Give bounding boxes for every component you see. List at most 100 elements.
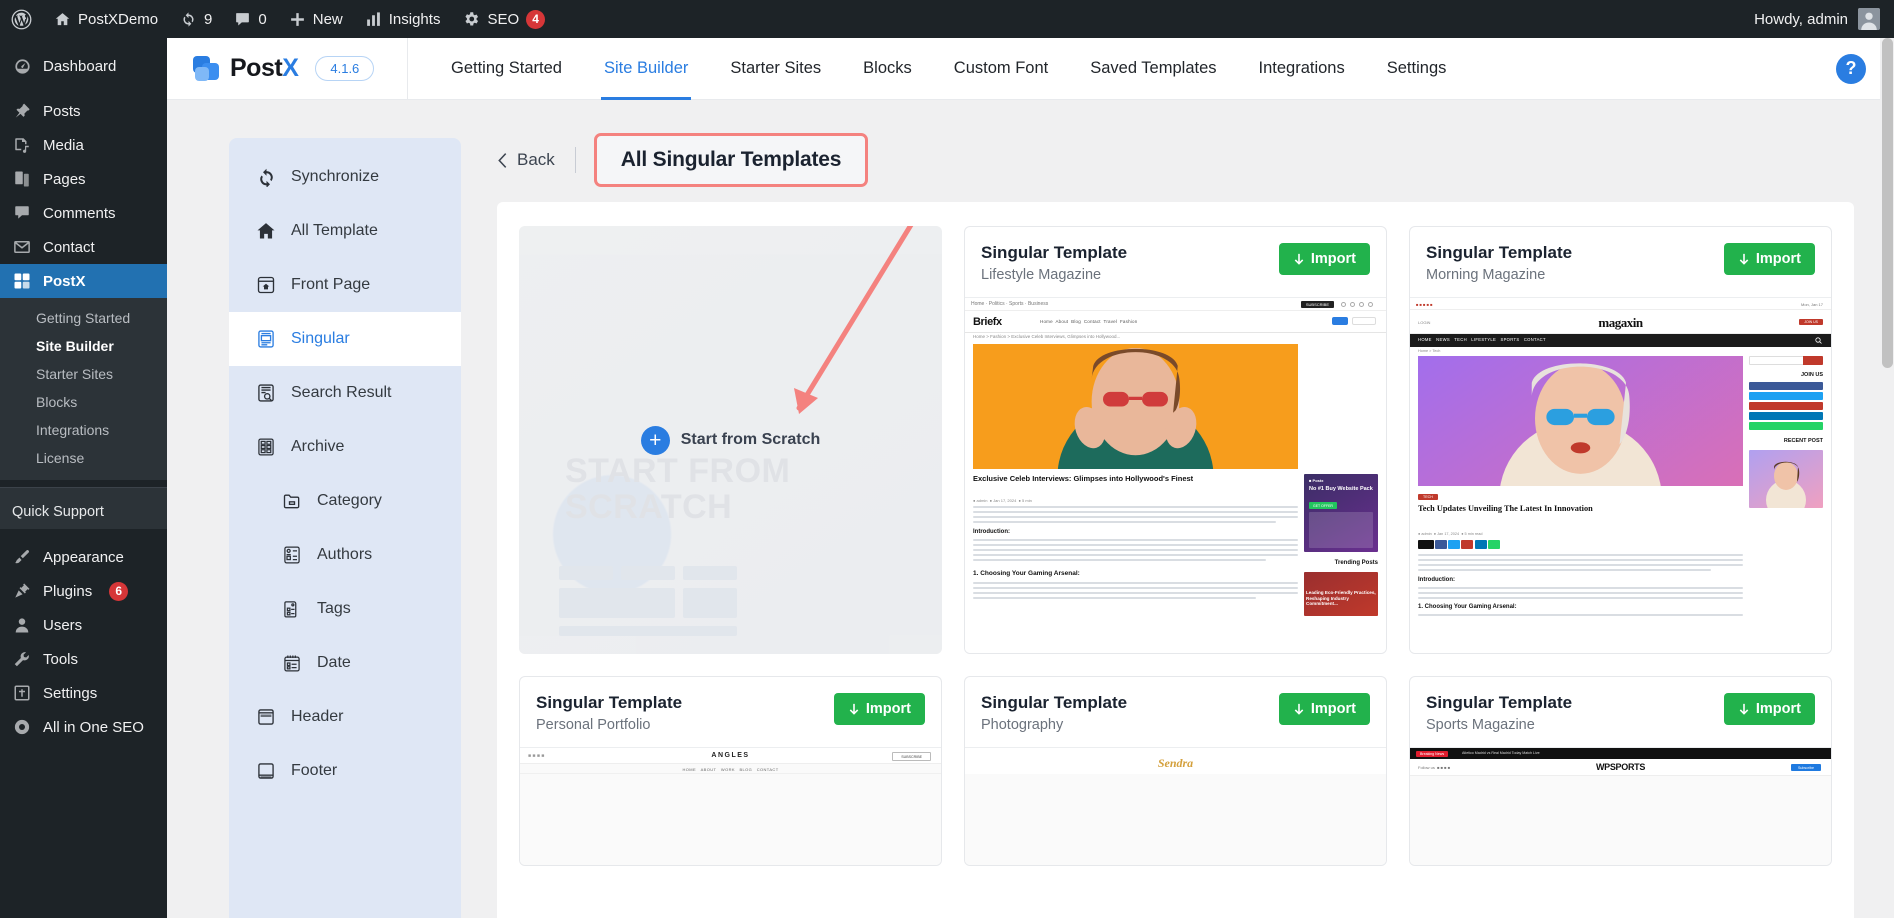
mini-brand: ANGLES [711, 752, 750, 759]
tab-starter-sites[interactable]: Starter Sites [709, 38, 842, 100]
template-nav-label: Category [317, 492, 382, 509]
card-header: Singular Template Morning Magazine Impor… [1410, 227, 1831, 297]
mini-tag: Breaking News [1416, 750, 1449, 757]
import-button[interactable]: Import [1278, 243, 1370, 275]
submenu-item-site-builder[interactable]: Site Builder [0, 332, 167, 360]
import-button[interactable]: Import [1723, 693, 1815, 725]
card-preview-photography: Sendra [965, 747, 1386, 865]
sidebar-item-dashboard[interactable]: Dashboard [0, 49, 167, 83]
comment-bubble-icon [234, 11, 251, 28]
mini-site-photography: Sendra [965, 748, 1386, 865]
ghost-line-2: SCRATCH [565, 487, 733, 526]
logo-text-main: Post [230, 54, 283, 82]
sidebar-item-quick-support[interactable]: Quick Support [0, 495, 167, 529]
sidebar-item-plugins[interactable]: Plugins 6 [0, 574, 167, 608]
sidebar-item-media[interactable]: Media [0, 128, 167, 162]
import-button[interactable]: Import [833, 693, 925, 725]
card-preview-sports: Breaking News Atletico Madrid vs Real Ma… [1410, 747, 1831, 865]
card-preview-morning: ■ ■ ■ ■ ■ Mon, Jan 17 magaxin LOGIN JOIN… [1410, 297, 1831, 653]
template-nav-header[interactable]: Header [229, 690, 461, 744]
template-nav-all-template[interactable]: All Template [229, 204, 461, 258]
chevron-left-icon [498, 152, 507, 168]
postx-main-nav: Getting Started Site Builder Starter Sit… [430, 38, 1467, 100]
tab-site-builder[interactable]: Site Builder [583, 38, 709, 100]
template-nav-search-result[interactable]: Search Result [229, 366, 461, 420]
new-content-menu[interactable]: New [278, 0, 354, 38]
submenu-item-license[interactable]: License [0, 444, 167, 472]
template-card-lifestyle-magazine[interactable]: Singular Template Lifestyle Magazine Imp… [964, 226, 1387, 654]
template-nav-tags[interactable]: Tags [229, 582, 461, 636]
tab-settings[interactable]: Settings [1366, 38, 1468, 100]
admin-bar-right-group: Howdy, admin [1754, 8, 1894, 30]
template-card-sports-magazine[interactable]: Singular Template Sports Magazine Import [1409, 676, 1832, 866]
mini-headline: Tech Updates Unveiling The Latest In Inn… [1418, 504, 1593, 513]
seo-menu[interactable]: SEO 4 [451, 0, 556, 38]
submenu-item-integrations[interactable]: Integrations [0, 416, 167, 444]
postx-logo[interactable]: PostX [193, 54, 299, 83]
sidebar-item-settings[interactable]: Settings [0, 676, 167, 710]
import-button[interactable]: Import [1278, 693, 1370, 725]
site-name-menu[interactable]: PostXDemo [43, 0, 169, 38]
updates-menu[interactable]: 9 [169, 0, 223, 38]
tab-blocks[interactable]: Blocks [842, 38, 933, 100]
submenu-item-getting-started[interactable]: Getting Started [0, 304, 167, 332]
template-nav-singular[interactable]: Singular [229, 312, 461, 366]
template-nav-category[interactable]: Category [229, 474, 461, 528]
wp-admin-bar: PostXDemo 9 0 New Insights SEO 4 Howdy, … [0, 0, 1894, 38]
submenu-item-starter-sites[interactable]: Starter Sites [0, 360, 167, 388]
template-nav-archive[interactable]: Archive [229, 420, 461, 474]
header-divider [407, 38, 408, 100]
pin-icon [12, 102, 32, 120]
card-preview-portfolio: ■ ■ ■ ■ ANGLES SUBSCRIBE HOME ABOUT WORK… [520, 747, 941, 865]
footer-icon [255, 760, 277, 782]
sidebar-item-pages[interactable]: Pages [0, 162, 167, 196]
sidebar-label-dashboard: Dashboard [43, 57, 117, 75]
submenu-item-blocks[interactable]: Blocks [0, 388, 167, 416]
template-card-personal-portfolio[interactable]: Singular Template Personal Portfolio Imp… [519, 676, 942, 866]
sidebar-item-comments[interactable]: Comments [0, 196, 167, 230]
comments-menu[interactable]: 0 [223, 0, 277, 38]
start-from-scratch-card[interactable]: START FROM SCRATCH + Start from Scratch [519, 226, 942, 654]
sidebar-item-all-in-one-seo[interactable]: All in One SEO [0, 710, 167, 744]
back-button[interactable]: Back [497, 150, 575, 170]
sidebar-item-users[interactable]: Users [0, 608, 167, 642]
sidebar-item-contact[interactable]: Contact [0, 230, 167, 264]
template-nav-date[interactable]: Date [229, 636, 461, 690]
card-header: Singular Template Personal Portfolio Imp… [520, 677, 941, 747]
help-button[interactable]: ? [1836, 53, 1866, 84]
template-nav-footer[interactable]: Footer [229, 744, 461, 798]
template-nav-synchronize[interactable]: Synchronize [229, 150, 461, 204]
pages-icon [12, 170, 32, 188]
user-icon [12, 616, 32, 634]
page-scrollbar[interactable] [1880, 38, 1894, 918]
mini-ad-banner: ■ Postx No #1 Buy Website Pack GET OFFER [1304, 474, 1378, 552]
sidebar-item-posts[interactable]: Posts [0, 94, 167, 128]
import-label: Import [1755, 251, 1801, 267]
plus-circle-icon: + [640, 425, 670, 455]
mini-section-2: 1. Choosing Your Gaming Arsenal: [1418, 604, 1517, 610]
date-icon [281, 652, 303, 674]
insights-menu[interactable]: Insights [354, 0, 452, 38]
avatar[interactable] [1858, 8, 1880, 30]
template-nav-label: Synchronize [291, 168, 380, 185]
import-label: Import [1310, 701, 1356, 717]
sidebar-label-postx: PostX [43, 272, 86, 290]
howdy-label[interactable]: Howdy, admin [1754, 11, 1848, 28]
tab-custom-font[interactable]: Custom Font [933, 38, 1069, 100]
wordpress-logo-menu[interactable] [0, 0, 43, 38]
sidebar-item-appearance[interactable]: Appearance [0, 540, 167, 574]
template-card-photography[interactable]: Singular Template Photography Import Sen… [964, 676, 1387, 866]
postx-body: Synchronize All Template Front Page Sing… [167, 100, 1894, 918]
template-card-morning-magazine[interactable]: Singular Template Morning Magazine Impor… [1409, 226, 1832, 654]
updates-icon [180, 11, 197, 28]
tab-getting-started[interactable]: Getting Started [430, 38, 583, 100]
download-arrow-icon [1294, 703, 1304, 715]
tab-integrations[interactable]: Integrations [1238, 38, 1366, 100]
tab-saved-templates[interactable]: Saved Templates [1069, 38, 1237, 100]
import-button[interactable]: Import [1723, 243, 1815, 275]
scrollbar-thumb[interactable] [1882, 38, 1893, 368]
sidebar-item-tools[interactable]: Tools [0, 642, 167, 676]
template-nav-front-page[interactable]: Front Page [229, 258, 461, 312]
sidebar-item-postx[interactable]: PostX [0, 264, 167, 298]
template-nav-authors[interactable]: Authors [229, 528, 461, 582]
